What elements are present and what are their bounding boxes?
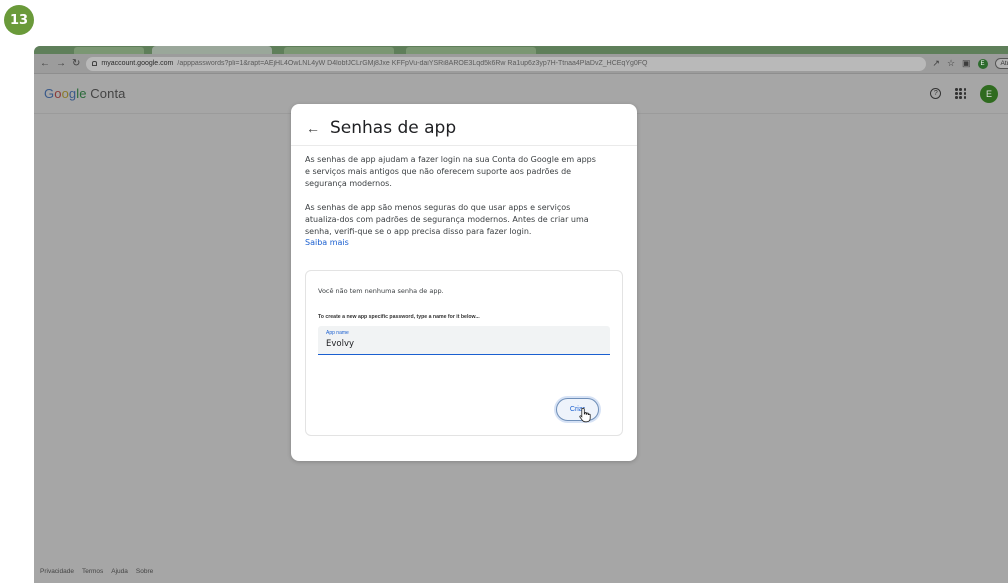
footer-link-help[interactable]: Ajuda xyxy=(111,568,128,575)
app-passwords-dialog: ← Senhas de app As senhas de app ajudam … xyxy=(291,104,637,461)
update-button[interactable]: Atualizar xyxy=(994,58,1008,69)
back-arrow-icon[interactable]: ← xyxy=(306,121,320,135)
learn-more-link[interactable]: Saiba mais xyxy=(305,237,597,249)
browser-toolbar: ← → ↻ myaccount.google.com /apppasswords… xyxy=(34,54,1008,74)
google-account-logo[interactable]: Google Conta xyxy=(44,86,126,101)
lock-icon[interactable] xyxy=(92,61,98,66)
address-bar[interactable]: myaccount.google.com /apppasswords?pli=1… xyxy=(86,56,927,71)
footer-link-terms[interactable]: Termos xyxy=(82,568,103,575)
back-arrow-icon[interactable]: ← xyxy=(40,58,50,69)
footer-link-about[interactable]: Sobre xyxy=(136,568,153,575)
empty-state-text: Você não tem nenhuma senha de app. xyxy=(318,287,444,295)
avatar[interactable]: E xyxy=(980,84,998,103)
share-icon[interactable]: ↗ xyxy=(932,59,940,68)
app-name-label: App name xyxy=(326,330,349,336)
tab-strip xyxy=(34,46,1008,54)
divider xyxy=(291,145,637,146)
header-actions: ? E xyxy=(930,84,998,103)
reload-icon[interactable]: ↻ xyxy=(72,58,80,69)
warning-paragraph: As senhas de app são menos seguras do qu… xyxy=(305,202,597,249)
toolbar-actions: ↗ ☆ ▣ E Atualizar ⋮ xyxy=(932,58,1008,69)
app-password-card: Você não tem nenhuma senha de app. To cr… xyxy=(305,270,623,436)
app-name-input[interactable]: App name Evolvy xyxy=(318,326,610,355)
hand-pointer-cursor-icon xyxy=(579,407,591,423)
profile-icon[interactable]: E xyxy=(977,58,988,69)
forward-arrow-icon[interactable]: → xyxy=(56,58,66,69)
browser-tab[interactable] xyxy=(406,47,536,54)
bookmark-star-icon[interactable]: ☆ xyxy=(947,59,955,68)
footer-links: Privacidade Termos Ajuda Sobre xyxy=(40,568,153,575)
browser-tab[interactable] xyxy=(284,47,394,54)
url-host: myaccount.google.com xyxy=(101,60,174,67)
footer-link-privacy[interactable]: Privacidade xyxy=(40,568,74,575)
apps-grid-icon[interactable] xyxy=(955,88,966,99)
description-paragraph: As senhas de app ajudam a fazer login na… xyxy=(305,155,596,188)
browser-tab-active[interactable] xyxy=(152,46,272,54)
dialog-header: ← Senhas de app xyxy=(306,118,456,138)
dialog-title: Senhas de app xyxy=(330,118,457,138)
step-number-badge: 13 xyxy=(4,5,34,35)
side-panel-icon[interactable]: ▣ xyxy=(962,59,971,68)
app-name-value[interactable]: Evolvy xyxy=(326,339,354,349)
browser-tab[interactable] xyxy=(74,47,144,54)
help-icon[interactable]: ? xyxy=(930,88,942,99)
url-path: /apppasswords?pli=1&rapt=AEjHL4OwLNL4yW … xyxy=(177,60,648,67)
warning-text: As senhas de app são menos seguras do qu… xyxy=(305,203,589,236)
screenshot-page: 13 ← → ↻ myaccount.google.com /apppasswo… xyxy=(0,0,1008,583)
create-hint-text: To create a new app specific password, t… xyxy=(318,314,480,320)
